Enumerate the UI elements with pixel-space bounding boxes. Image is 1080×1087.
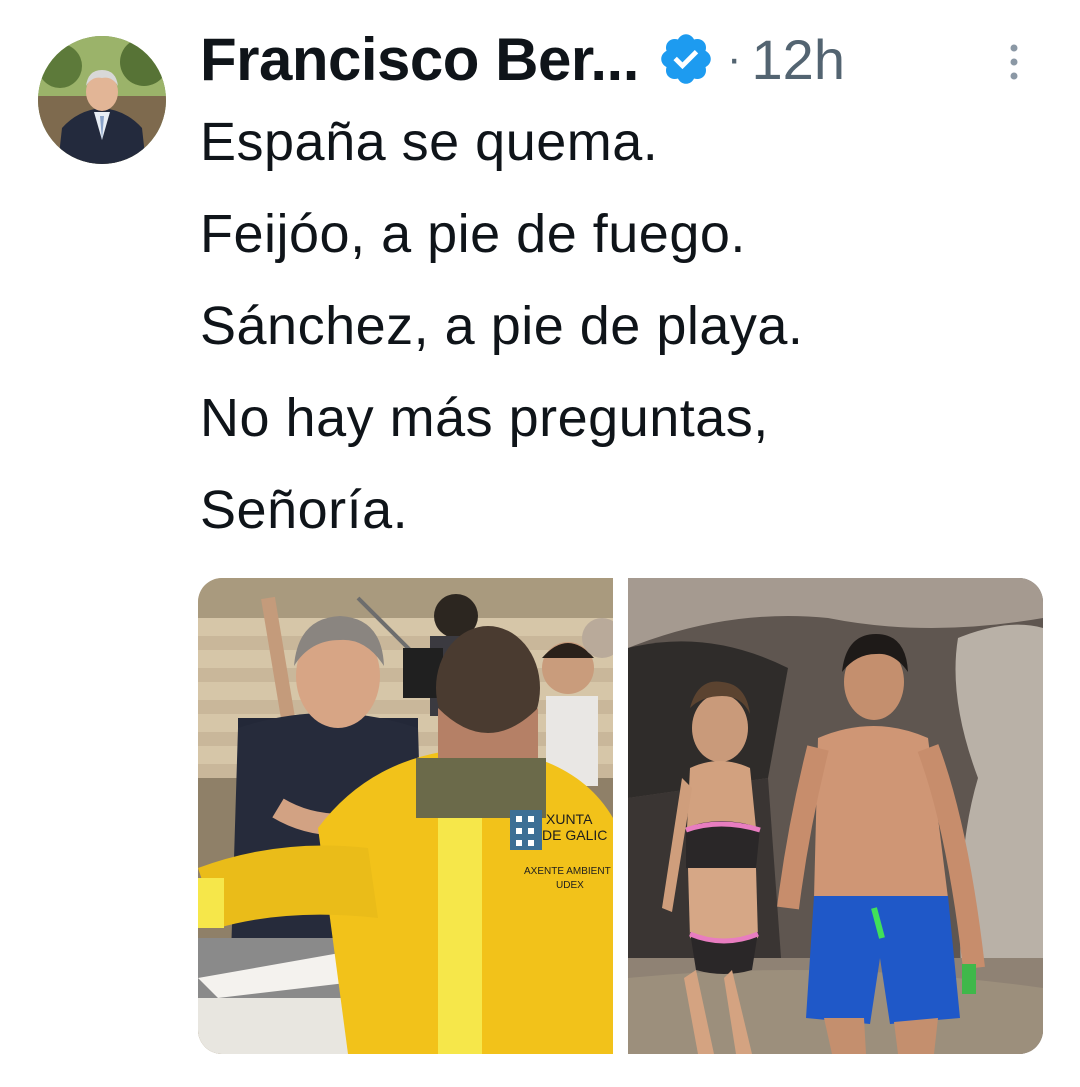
tweet-header: Francisco Ber... · 12h [200,24,1040,94]
jacket-text-axente: AXENTE AMBIENT [524,866,611,877]
media-photo-right[interactable] [628,578,1043,1054]
avatar-image [38,36,166,164]
header-separator: · [726,34,742,83]
tweet-text-line: Sánchez, a pie de playa. [200,296,804,356]
media-photo-left[interactable]: XUNTA DE GALIC AXENTE AMBIENT UDEX [198,578,613,1054]
author-name[interactable]: Francisco Ber... [200,25,639,94]
more-options-icon[interactable] [1004,40,1024,84]
tweet-text: España se quema. Feijóo, a pie de fuego.… [200,96,1060,556]
jacket-text-udex: UDEX [556,880,584,891]
author-avatar[interactable] [38,36,166,164]
tweet-text-line: Feijóo, a pie de fuego. [200,204,746,264]
tweet-text-line: Señoría. [200,480,409,540]
tweet-timestamp[interactable]: 12h [752,27,845,92]
tweet-media-grid: XUNTA DE GALIC AXENTE AMBIENT UDEX [198,578,1043,1054]
tweet-text-line: España se quema. [200,112,659,172]
jacket-text-galicia: DE GALIC [542,827,607,843]
tweet-text-line: No hay más preguntas, [200,388,769,448]
verified-badge-icon[interactable] [657,30,715,88]
jacket-text-xunta: XUNTA [546,811,593,827]
